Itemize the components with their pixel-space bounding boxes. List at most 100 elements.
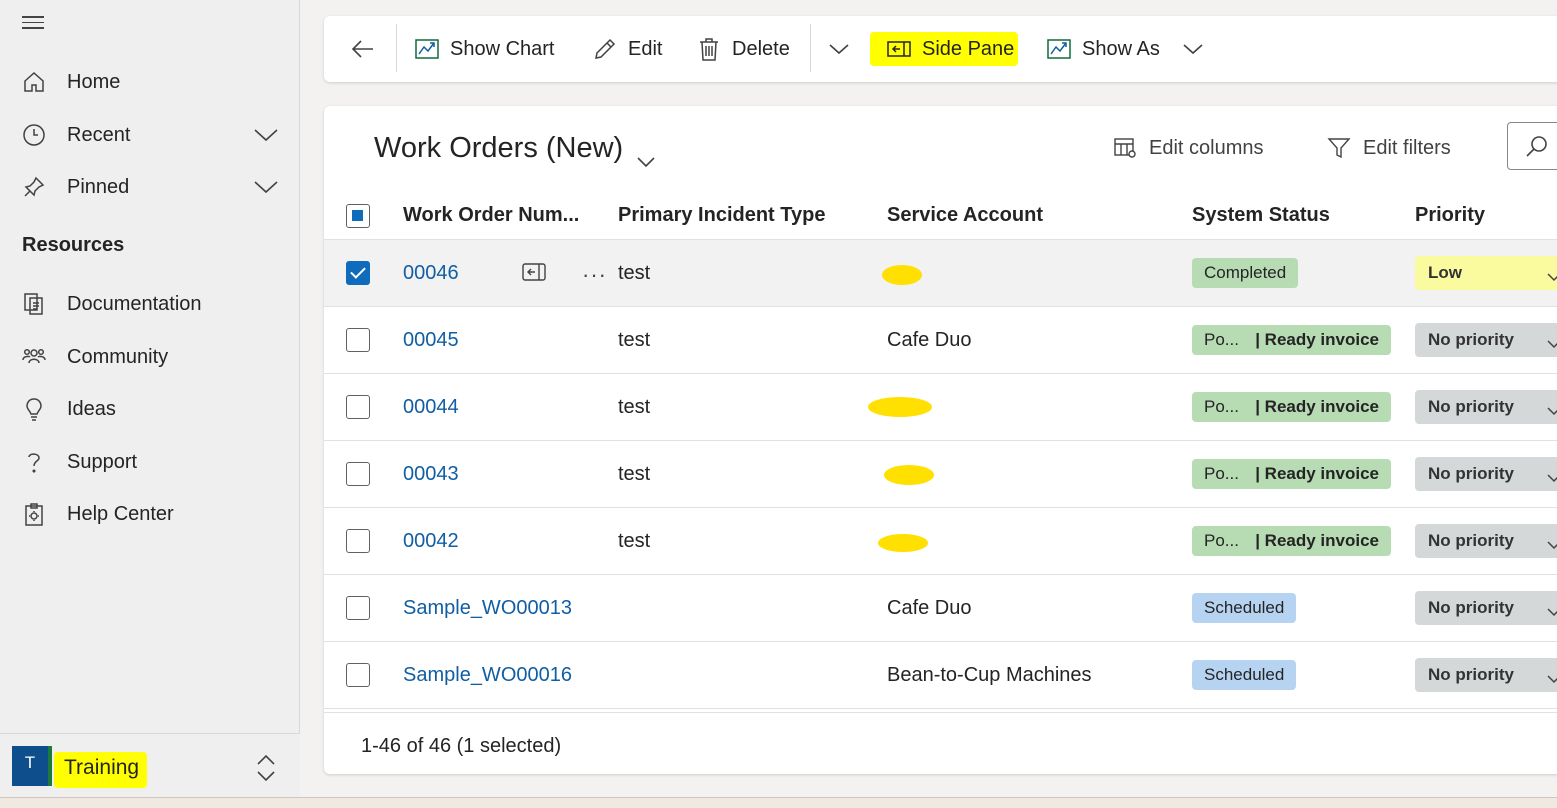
open-side-pane-icon[interactable] xyxy=(522,262,546,287)
grid-card: Work Orders (New) Edit columns Edit filt… xyxy=(324,106,1557,774)
view-selector[interactable]: Work Orders (New) xyxy=(374,132,655,167)
row-checkbox[interactable] xyxy=(346,261,370,285)
show-chart-button[interactable]: Show Chart xyxy=(414,32,555,66)
delete-button[interactable]: Delete xyxy=(696,32,790,66)
table-row[interactable]: 00046 ··· test Completed Low xyxy=(324,240,1557,307)
status-sub-label: | Ready invoice xyxy=(1255,330,1379,349)
select-all-checkbox[interactable] xyxy=(346,204,370,228)
edit-filters-label: Edit filters xyxy=(1363,136,1451,159)
table-row[interactable]: Sample_WO00016 Bean-to-Cup Machines Sche… xyxy=(324,642,1557,709)
sidebar-item-pinned[interactable]: Pinned xyxy=(0,165,300,209)
row-checkbox[interactable] xyxy=(346,529,370,553)
area-label: Training xyxy=(54,752,148,788)
chevron-down-icon xyxy=(826,36,852,62)
row-checkbox[interactable] xyxy=(346,328,370,352)
status-label: Po... xyxy=(1204,531,1239,550)
priority-select[interactable]: No priority xyxy=(1415,323,1557,357)
sidebar-item-community[interactable]: Community xyxy=(0,335,300,379)
work-order-link[interactable]: Sample_WO00013 xyxy=(403,597,572,620)
edit-filters-button[interactable]: Edit filters xyxy=(1327,136,1451,160)
priority-label: Low xyxy=(1428,263,1462,282)
priority-label: No priority xyxy=(1428,531,1514,550)
hamburger-menu-icon[interactable] xyxy=(22,16,46,32)
pencil-icon xyxy=(592,36,618,62)
column-header-primary-incident-type[interactable]: Primary Incident Type xyxy=(618,204,825,227)
row-checkbox[interactable] xyxy=(346,462,370,486)
work-order-link[interactable]: 00044 xyxy=(403,396,459,419)
priority-label: No priority xyxy=(1428,330,1514,349)
record-count: 1-46 of 46 (1 selected) xyxy=(361,735,562,757)
chevron-down-icon xyxy=(1547,401,1557,416)
priority-select[interactable]: No priority xyxy=(1415,658,1557,692)
sidebar-item-recent[interactable]: Recent xyxy=(0,113,300,157)
column-header-system-status[interactable]: System Status xyxy=(1192,204,1330,227)
sidebar-item-ideas[interactable]: Ideas xyxy=(0,387,300,431)
home-icon xyxy=(22,70,46,94)
sidebar-item-home[interactable]: Home xyxy=(0,60,300,104)
status-badge: Scheduled xyxy=(1192,660,1297,690)
more-commands-button[interactable] xyxy=(826,32,862,66)
table-row[interactable]: Sample_WO00013 Cafe Duo Scheduled No pri… xyxy=(324,575,1557,642)
chevron-down-icon xyxy=(1547,535,1557,550)
work-order-link[interactable]: 00045 xyxy=(403,329,459,352)
chevron-down-icon xyxy=(1547,669,1557,684)
chevron-up-down-icon[interactable] xyxy=(254,752,278,784)
service-account-cell: Cafe Duo xyxy=(887,597,972,619)
sidebar-item-documentation[interactable]: Documentation xyxy=(0,282,300,326)
status-sub-label: | Ready invoice xyxy=(1255,531,1379,550)
chevron-down-icon[interactable] xyxy=(253,177,279,197)
table-row[interactable]: 00044 test Po... | Ready invoice No prio… xyxy=(324,374,1557,441)
chevron-down-icon xyxy=(1547,602,1557,617)
work-order-link[interactable]: 00043 xyxy=(403,463,459,486)
column-header-work-order-number[interactable]: Work Order Num... xyxy=(403,204,579,227)
people-icon xyxy=(22,345,46,369)
divider xyxy=(396,24,397,72)
work-order-link[interactable]: Sample_WO00016 xyxy=(403,664,572,687)
priority-select[interactable]: No priority xyxy=(1415,390,1557,424)
area-switcher[interactable]: T Training xyxy=(0,733,300,797)
row-checkbox[interactable] xyxy=(346,663,370,687)
chart-icon xyxy=(414,36,440,62)
chevron-down-icon xyxy=(637,143,655,167)
table-row[interactable]: 00042 test Po... | Ready invoice No prio… xyxy=(324,508,1557,575)
edit-columns-button[interactable]: Edit columns xyxy=(1113,136,1264,160)
sidebar-item-support[interactable]: Support xyxy=(0,440,300,484)
table-row[interactable]: 00045 test Cafe Duo Po... | Ready invoic… xyxy=(324,307,1557,374)
sidebar-item-label: Help Center xyxy=(67,502,174,525)
sidebar-item-label: Ideas xyxy=(67,397,116,420)
arrow-left-icon xyxy=(350,36,376,62)
incident-type-cell: test xyxy=(618,329,651,351)
chevron-down-icon xyxy=(1547,468,1557,483)
status-sub-label: | Ready invoice xyxy=(1255,464,1379,483)
work-order-link[interactable]: 00042 xyxy=(403,530,459,553)
row-actions: ··· xyxy=(522,262,607,287)
question-icon xyxy=(22,450,46,474)
row-checkbox[interactable] xyxy=(346,596,370,620)
show-as-button[interactable]: Show As xyxy=(1046,32,1204,66)
side-pane-label: Side Pane xyxy=(922,37,1015,60)
table-row[interactable]: 00043 test Po... | Ready invoice No prio… xyxy=(324,441,1557,508)
service-account-cell: Bean-to-Cup Machines xyxy=(887,664,1092,686)
priority-select[interactable]: No priority xyxy=(1415,591,1557,625)
chevron-down-icon[interactable] xyxy=(1182,42,1204,56)
more-options-icon[interactable]: ··· xyxy=(582,263,607,285)
row-checkbox[interactable] xyxy=(346,395,370,419)
resources-section-title: Resources xyxy=(22,234,125,256)
priority-select[interactable]: Low xyxy=(1415,256,1557,290)
sidebar-item-help-center[interactable]: Help Center xyxy=(0,492,300,536)
search-input[interactable] xyxy=(1507,122,1557,170)
priority-select[interactable]: No priority xyxy=(1415,524,1557,558)
column-header-priority[interactable]: Priority xyxy=(1415,204,1485,227)
taskbar-strip xyxy=(0,797,1557,808)
side-pane-button[interactable]: Side Pane xyxy=(870,32,1019,66)
divider xyxy=(810,24,811,72)
chevron-down-icon[interactable] xyxy=(253,125,279,145)
back-button[interactable] xyxy=(350,32,386,66)
edit-button[interactable]: Edit xyxy=(592,32,662,66)
work-order-link[interactable]: 00046 xyxy=(403,262,459,285)
priority-select[interactable]: No priority xyxy=(1415,457,1557,491)
column-header-service-account[interactable]: Service Account xyxy=(887,204,1043,227)
edit-columns-label: Edit columns xyxy=(1149,136,1264,159)
pin-icon xyxy=(22,175,46,199)
status-sub-label: | Ready invoice xyxy=(1255,397,1379,416)
